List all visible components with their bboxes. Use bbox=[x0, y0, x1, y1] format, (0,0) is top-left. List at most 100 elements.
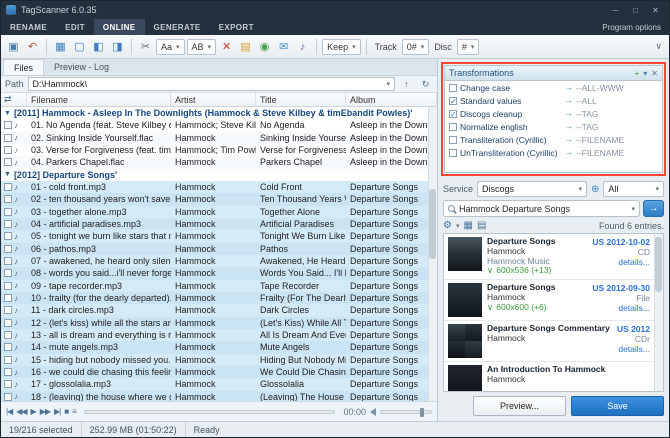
file-row[interactable]: ♪04. Parkers Chapel.flacHammockParkers C… bbox=[1, 156, 437, 168]
row-checkbox[interactable] bbox=[4, 220, 12, 228]
menu-item-generate[interactable]: GENERATE bbox=[145, 19, 210, 35]
result-item[interactable]: An Introduction To HammockHammock bbox=[444, 362, 663, 392]
menu-item-rename[interactable]: RENAME bbox=[1, 19, 56, 35]
row-checkbox[interactable] bbox=[4, 368, 12, 376]
chevron-down-icon[interactable]: ▾ bbox=[456, 222, 460, 230]
search-input[interactable] bbox=[459, 204, 627, 214]
result-item[interactable]: Departure Songs CommentaryHammockUS 2012… bbox=[444, 321, 663, 362]
file-row[interactable]: ♪03. Verse for Forgiveness (feat. timEba… bbox=[1, 144, 437, 156]
column-title[interactable]: Title bbox=[256, 93, 346, 106]
refresh-icon[interactable]: ↻ bbox=[418, 77, 433, 91]
case-options-combo-2[interactable]: AB▾ bbox=[187, 39, 217, 55]
list-view-icon[interactable]: ▤ bbox=[477, 220, 486, 231]
transformation-checkbox[interactable] bbox=[449, 84, 457, 92]
transformation-checkbox[interactable] bbox=[449, 136, 457, 144]
transformation-row[interactable]: ✓Standard values→--ALL bbox=[445, 94, 662, 107]
remove-tag-icon[interactable]: ✕ bbox=[218, 38, 235, 55]
uncheck-all-icon[interactable]: ▢ bbox=[71, 38, 88, 55]
transformation-checkbox[interactable] bbox=[449, 149, 457, 157]
preview-button[interactable]: Preview... bbox=[473, 396, 566, 416]
folder-up-icon[interactable]: ↑ bbox=[399, 77, 414, 91]
collapse-group-icon[interactable]: ▼ bbox=[4, 171, 11, 178]
file-row[interactable]: ♪09 - tape recorder.mp3HammockTape Recor… bbox=[1, 280, 437, 292]
file-row[interactable]: ♪18 - (leaving) the house where we grew … bbox=[1, 391, 437, 401]
undo-icon[interactable]: ↶ bbox=[24, 38, 41, 55]
row-checkbox[interactable] bbox=[4, 257, 12, 265]
file-row[interactable]: ♪07 - awakened, he heard only silence.mp… bbox=[1, 255, 437, 267]
rewind-button[interactable]: ◀◀ bbox=[16, 407, 26, 416]
service-select[interactable]: Discogs ▾ bbox=[477, 181, 587, 197]
group-header-row[interactable]: ▼[2011] Hammock - Asleep In The Downligh… bbox=[1, 107, 437, 119]
lyrics-icon[interactable]: ♪ bbox=[294, 38, 311, 55]
file-row[interactable]: ♪12 - (let's kiss) while all the stars a… bbox=[1, 317, 437, 329]
file-row[interactable]: ♪14 - mute angels.mp3HammockMute AngelsD… bbox=[1, 341, 437, 353]
details-link[interactable]: details... bbox=[592, 257, 650, 267]
track-format-combo[interactable]: 0# ▾ bbox=[402, 39, 430, 55]
tab-files[interactable]: Files bbox=[3, 59, 44, 75]
scrollbar-thumb[interactable] bbox=[655, 237, 662, 292]
row-checkbox[interactable] bbox=[4, 343, 12, 351]
file-row[interactable]: ♪02. Sinking Inside Yourself.flacHammock… bbox=[1, 132, 437, 144]
volume-thumb[interactable] bbox=[420, 408, 424, 417]
row-checkbox[interactable] bbox=[4, 158, 12, 166]
path-combo[interactable]: D:\Hammock\ ▾ bbox=[28, 77, 395, 91]
result-item[interactable]: Departure SongsHammock∨600x600 (+6)US 20… bbox=[444, 280, 663, 321]
web-source-icon[interactable]: ◉ bbox=[256, 38, 273, 55]
file-row[interactable]: ♪03 - together alone.mp3HammockTogether … bbox=[1, 206, 437, 218]
row-checkbox[interactable] bbox=[4, 134, 12, 142]
grid-view-icon[interactable]: ▦ bbox=[463, 220, 472, 231]
file-row[interactable]: ♪17 - glossolalia.mp3HammockGlossolaliaD… bbox=[1, 378, 437, 390]
check-all-icon[interactable]: ▦ bbox=[52, 38, 69, 55]
file-row[interactable]: ♪15 - hiding but nobody missed you.mp3Ha… bbox=[1, 354, 437, 366]
fast-forward-button[interactable]: ▶▶ bbox=[40, 407, 50, 416]
details-link[interactable]: details... bbox=[592, 303, 650, 313]
file-row[interactable]: ♪16 - we could die chasing this feeling.… bbox=[1, 366, 437, 378]
comment-icon[interactable]: ✉ bbox=[275, 38, 292, 55]
menu-item-export[interactable]: EXPORT bbox=[210, 19, 263, 35]
options-icon[interactable]: ▾ bbox=[643, 69, 647, 78]
transformation-row[interactable]: UnTransliteration (Cyrillic)→--FILENAME bbox=[445, 146, 662, 159]
transformation-row[interactable]: ✓Discogs cleanup→--TAG bbox=[445, 107, 662, 120]
volume-slider[interactable] bbox=[380, 410, 432, 414]
seek-bar[interactable] bbox=[84, 410, 336, 414]
minimize-icon[interactable]: ─ bbox=[607, 4, 624, 17]
result-item[interactable]: Departure SongsHammockHammock Music∨600x… bbox=[444, 234, 663, 280]
search-go-button[interactable]: → bbox=[643, 200, 664, 217]
next-track-button[interactable]: ▶| bbox=[54, 407, 60, 416]
keep-combo[interactable]: Keep ▾ bbox=[322, 39, 361, 55]
file-row[interactable]: ♪11 - dark circles.mp3HammockDark Circle… bbox=[1, 304, 437, 316]
row-checkbox[interactable] bbox=[4, 183, 12, 191]
file-row[interactable]: ♪06 - pathos.mp3HammockPathosDeparture S… bbox=[1, 243, 437, 255]
close-panel-icon[interactable]: ✕ bbox=[651, 69, 658, 78]
row-checkbox[interactable] bbox=[4, 208, 12, 216]
file-row[interactable]: ♪02 - ten thousand years won't save your… bbox=[1, 193, 437, 205]
results-scrollbar[interactable] bbox=[654, 234, 663, 391]
sort-icon[interactable]: ⇄ bbox=[1, 93, 27, 106]
row-checkbox[interactable] bbox=[4, 195, 12, 203]
row-checkbox[interactable] bbox=[4, 319, 12, 327]
program-options-button[interactable]: Program options bbox=[594, 19, 669, 35]
menu-item-online[interactable]: ONLINE bbox=[94, 19, 145, 35]
chevron-down-icon[interactable]: ∨ bbox=[487, 266, 493, 276]
row-checkbox[interactable] bbox=[4, 269, 12, 277]
collapse-groups-icon[interactable]: ◨ bbox=[109, 38, 126, 55]
cut-icon[interactable]: ✂ bbox=[137, 38, 154, 55]
close-icon[interactable]: ✕ bbox=[647, 4, 664, 17]
row-checkbox[interactable] bbox=[4, 331, 12, 339]
save-icon[interactable]: ▣ bbox=[5, 38, 22, 55]
group-header-row[interactable]: ▼[2012] Departure Songs' bbox=[1, 169, 437, 181]
scrollbar-thumb[interactable] bbox=[429, 189, 436, 259]
playlist-button[interactable]: ≡ bbox=[72, 407, 76, 416]
row-checkbox[interactable] bbox=[4, 245, 12, 253]
row-checkbox[interactable] bbox=[4, 356, 12, 364]
search-settings-icon[interactable]: ⚙ bbox=[443, 220, 452, 231]
row-checkbox[interactable] bbox=[4, 306, 12, 314]
files-scrollbar[interactable] bbox=[428, 107, 437, 401]
stop-button[interactable]: ■ bbox=[64, 407, 68, 416]
file-row[interactable]: ♪05 - tonight we burn like stars that ne… bbox=[1, 230, 437, 242]
artwork-icon[interactable]: ▤ bbox=[237, 38, 254, 55]
file-row[interactable]: ♪10 - frailty (for the dearly departed).… bbox=[1, 292, 437, 304]
column-album[interactable]: Album bbox=[346, 93, 437, 106]
row-checkbox[interactable] bbox=[4, 393, 12, 401]
details-link[interactable]: details... bbox=[617, 344, 650, 354]
